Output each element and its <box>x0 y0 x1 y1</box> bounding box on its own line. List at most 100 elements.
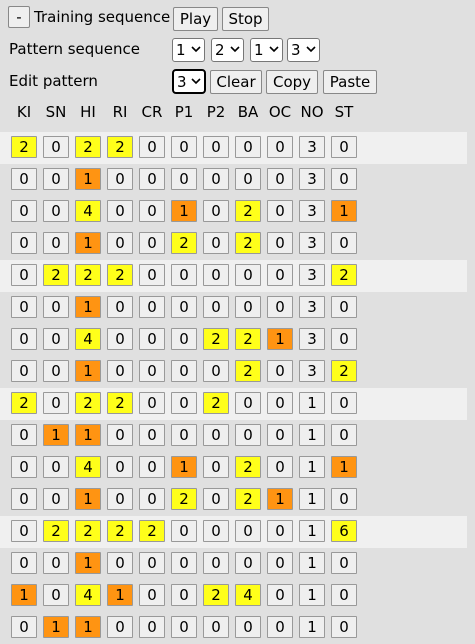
step-cell-oc[interactable]: 1 <box>267 488 293 510</box>
step-cell-sn[interactable]: 0 <box>43 136 69 158</box>
step-cell-ki[interactable]: 0 <box>11 616 37 638</box>
step-cell-sn[interactable]: 1 <box>43 424 69 446</box>
step-cell-p2[interactable]: 0 <box>203 424 229 446</box>
step-cell-st[interactable]: 0 <box>331 232 357 254</box>
step-cell-sn[interactable]: 0 <box>43 360 69 382</box>
step-cell-cr[interactable]: 0 <box>139 456 165 478</box>
step-cell-p2[interactable]: 0 <box>203 488 229 510</box>
step-cell-hi[interactable]: 2 <box>75 392 101 414</box>
step-cell-cr[interactable]: 0 <box>139 488 165 510</box>
step-cell-ri[interactable]: 0 <box>107 360 133 382</box>
step-cell-p2[interactable]: 0 <box>203 616 229 638</box>
step-cell-ki[interactable]: 1 <box>11 584 37 606</box>
step-cell-p2[interactable]: 0 <box>203 360 229 382</box>
step-cell-p1[interactable]: 0 <box>171 168 197 190</box>
step-cell-ri[interactable]: 0 <box>107 232 133 254</box>
step-cell-oc[interactable]: 0 <box>267 584 293 606</box>
step-cell-ki[interactable]: 2 <box>11 392 37 414</box>
step-cell-ri[interactable]: 0 <box>107 488 133 510</box>
step-cell-ri[interactable]: 0 <box>107 616 133 638</box>
step-cell-hi[interactable]: 2 <box>75 136 101 158</box>
step-cell-oc[interactable]: 0 <box>267 168 293 190</box>
step-cell-cr[interactable]: 0 <box>139 616 165 638</box>
step-cell-oc[interactable]: 0 <box>267 456 293 478</box>
step-cell-cr[interactable]: 0 <box>139 424 165 446</box>
step-cell-ba[interactable]: 0 <box>235 424 261 446</box>
step-cell-sn[interactable]: 0 <box>43 200 69 222</box>
step-cell-hi[interactable]: 1 <box>75 296 101 318</box>
step-cell-ki[interactable]: 0 <box>11 328 37 350</box>
step-cell-p2[interactable]: 0 <box>203 456 229 478</box>
step-cell-ba[interactable]: 0 <box>235 296 261 318</box>
step-cell-st[interactable]: 0 <box>331 424 357 446</box>
step-cell-cr[interactable]: 2 <box>139 520 165 542</box>
step-cell-no[interactable]: 3 <box>299 264 325 286</box>
step-cell-st[interactable]: 0 <box>331 552 357 574</box>
paste-button[interactable]: Paste <box>323 70 377 94</box>
pattern-sequence-select-4[interactable]: 3 <box>287 38 320 62</box>
step-cell-ba[interactable]: 2 <box>235 232 261 254</box>
step-cell-ki[interactable]: 0 <box>11 360 37 382</box>
step-cell-p2[interactable]: 2 <box>203 584 229 606</box>
step-cell-ba[interactable]: 2 <box>235 360 261 382</box>
step-cell-oc[interactable]: 0 <box>267 296 293 318</box>
step-cell-hi[interactable]: 4 <box>75 456 101 478</box>
step-cell-hi[interactable]: 1 <box>75 168 101 190</box>
step-cell-oc[interactable]: 1 <box>267 328 293 350</box>
pattern-sequence-select-3[interactable]: 1 <box>250 38 283 62</box>
step-cell-ba[interactable]: 0 <box>235 520 261 542</box>
step-cell-hi[interactable]: 1 <box>75 232 101 254</box>
step-cell-st[interactable]: 1 <box>331 200 357 222</box>
step-cell-oc[interactable]: 0 <box>267 520 293 542</box>
step-cell-cr[interactable]: 0 <box>139 168 165 190</box>
step-cell-oc[interactable]: 0 <box>267 232 293 254</box>
step-cell-ri[interactable]: 1 <box>107 584 133 606</box>
step-cell-oc[interactable]: 0 <box>267 552 293 574</box>
step-cell-ba[interactable]: 0 <box>235 264 261 286</box>
step-cell-no[interactable]: 3 <box>299 200 325 222</box>
step-cell-ri[interactable]: 0 <box>107 456 133 478</box>
step-cell-hi[interactable]: 1 <box>75 552 101 574</box>
step-cell-ki[interactable]: 2 <box>11 136 37 158</box>
step-cell-no[interactable]: 1 <box>299 456 325 478</box>
step-cell-ki[interactable]: 0 <box>11 520 37 542</box>
step-cell-no[interactable]: 1 <box>299 392 325 414</box>
step-cell-sn[interactable]: 2 <box>43 264 69 286</box>
step-cell-cr[interactable]: 0 <box>139 200 165 222</box>
step-cell-ki[interactable]: 0 <box>11 232 37 254</box>
step-cell-p2[interactable]: 0 <box>203 136 229 158</box>
collapse-toggle-button[interactable]: - <box>8 6 30 28</box>
step-cell-p1[interactable]: 0 <box>171 520 197 542</box>
step-cell-hi[interactable]: 1 <box>75 424 101 446</box>
step-cell-ri[interactable]: 0 <box>107 296 133 318</box>
step-cell-st[interactable]: 0 <box>331 392 357 414</box>
pattern-sequence-select-1[interactable]: 1 <box>172 38 205 62</box>
step-cell-p1[interactable]: 0 <box>171 392 197 414</box>
step-cell-no[interactable]: 1 <box>299 552 325 574</box>
step-cell-ki[interactable]: 0 <box>11 552 37 574</box>
step-cell-p1[interactable]: 0 <box>171 136 197 158</box>
step-cell-p1[interactable]: 2 <box>171 488 197 510</box>
step-cell-no[interactable]: 3 <box>299 136 325 158</box>
step-cell-p2[interactable]: 0 <box>203 264 229 286</box>
step-cell-oc[interactable]: 0 <box>267 136 293 158</box>
step-cell-hi[interactable]: 1 <box>75 360 101 382</box>
step-cell-st[interactable]: 0 <box>331 488 357 510</box>
step-cell-p1[interactable]: 0 <box>171 328 197 350</box>
step-cell-p2[interactable]: 0 <box>203 200 229 222</box>
stop-button[interactable]: Stop <box>222 7 269 31</box>
step-cell-sn[interactable]: 0 <box>43 232 69 254</box>
step-cell-ri[interactable]: 2 <box>107 520 133 542</box>
step-cell-st[interactable]: 0 <box>331 616 357 638</box>
step-cell-ri[interactable]: 0 <box>107 200 133 222</box>
step-cell-st[interactable]: 0 <box>331 296 357 318</box>
step-cell-ki[interactable]: 0 <box>11 200 37 222</box>
step-cell-no[interactable]: 1 <box>299 424 325 446</box>
step-cell-sn[interactable]: 1 <box>43 616 69 638</box>
step-cell-cr[interactable]: 0 <box>139 296 165 318</box>
step-cell-cr[interactable]: 0 <box>139 552 165 574</box>
step-cell-cr[interactable]: 0 <box>139 392 165 414</box>
step-cell-no[interactable]: 1 <box>299 584 325 606</box>
step-cell-no[interactable]: 3 <box>299 328 325 350</box>
step-cell-sn[interactable]: 0 <box>43 328 69 350</box>
